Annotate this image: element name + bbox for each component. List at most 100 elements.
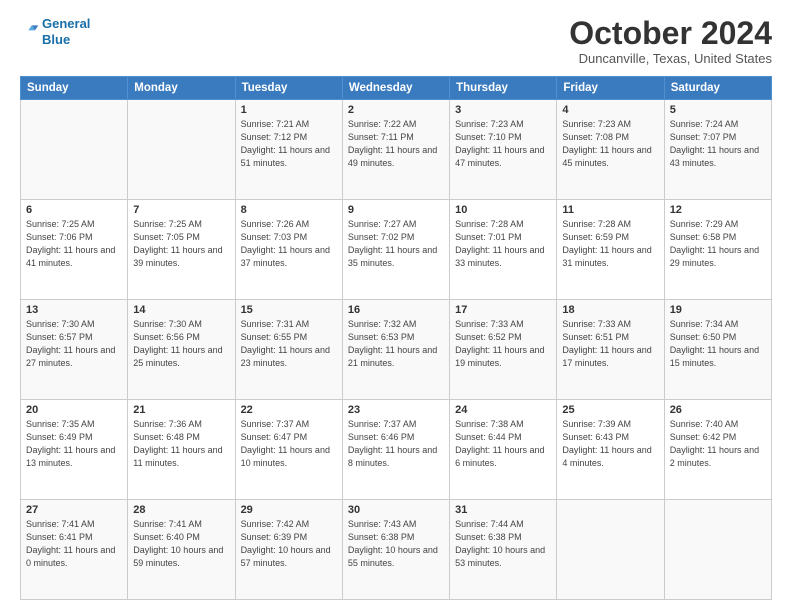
day-info: Sunrise: 7:23 AMSunset: 7:10 PMDaylight:… [455, 118, 551, 170]
location: Duncanville, Texas, United States [569, 51, 772, 66]
title-section: October 2024 Duncanville, Texas, United … [569, 16, 772, 66]
day-number: 29 [241, 504, 337, 516]
calendar-week-2: 6 Sunrise: 7:25 AMSunset: 7:06 PMDaylight… [21, 200, 772, 300]
day-number: 10 [455, 204, 551, 216]
day-info: Sunrise: 7:28 AMSunset: 7:01 PMDaylight:… [455, 218, 551, 270]
day-number: 21 [133, 404, 229, 416]
calendar-cell: 1 Sunrise: 7:21 AMSunset: 7:12 PMDaylight… [235, 100, 342, 200]
day-number: 24 [455, 404, 551, 416]
calendar-cell: 26Sunrise: 7:40 AMSunset: 6:42 PMDayligh… [664, 400, 771, 500]
day-info: Sunrise: 7:25 AMSunset: 7:06 PMDaylight:… [26, 218, 122, 270]
day-number: 5 [670, 104, 766, 116]
calendar-cell: 18 Sunrise: 7:33 AMSunset: 6:51 PMDayligh… [557, 300, 664, 400]
calendar-cell [21, 100, 128, 200]
day-info: Sunrise: 7:28 AMSunset: 6:59 PMDaylight:… [562, 218, 658, 270]
calendar-cell: 2 Sunrise: 7:22 AMSunset: 7:11 PMDaylight… [342, 100, 449, 200]
day-number: 3 [455, 104, 551, 116]
day-info: Sunrise: 7:41 AMSunset: 6:41 PMDaylight:… [26, 518, 122, 570]
day-number: 23 [348, 404, 444, 416]
day-info: Sunrise: 7:37 AMSunset: 6:46 PMDaylight:… [348, 418, 444, 470]
day-number: 14 [133, 304, 229, 316]
month-title: October 2024 [569, 16, 772, 51]
day-info: Sunrise: 7:22 AMSunset: 7:11 PMDaylight:… [348, 118, 444, 170]
header-sunday: Sunday [21, 77, 128, 100]
calendar-week-5: 27 Sunrise: 7:41 AMSunset: 6:41 PMDayligh… [21, 500, 772, 600]
calendar-header: Sunday Monday Tuesday Wednesday Thursday… [21, 77, 772, 100]
calendar-cell: 5 Sunrise: 7:24 AMSunset: 7:07 PMDaylight… [664, 100, 771, 200]
calendar-cell: 19 Sunrise: 7:34 AMSunset: 6:50 PMDayligh… [664, 300, 771, 400]
calendar-cell: 31 Sunrise: 7:44 AMSunset: 6:38 PMDayligh… [450, 500, 557, 600]
calendar-cell: 10 Sunrise: 7:28 AMSunset: 7:01 PMDayligh… [450, 200, 557, 300]
day-number: 6 [26, 204, 122, 216]
day-number: 19 [670, 304, 766, 316]
calendar-cell: 20Sunrise: 7:35 AMSunset: 6:49 PMDayligh… [21, 400, 128, 500]
day-info: Sunrise: 7:25 AMSunset: 7:05 PMDaylight:… [133, 218, 229, 270]
header-friday: Friday [557, 77, 664, 100]
weekday-row: Sunday Monday Tuesday Wednesday Thursday… [21, 77, 772, 100]
day-info: Sunrise: 7:21 AMSunset: 7:12 PMDaylight:… [241, 118, 337, 170]
calendar-body: 1 Sunrise: 7:21 AMSunset: 7:12 PMDaylight… [21, 100, 772, 600]
logo-icon [20, 22, 40, 42]
logo-line1: General [42, 16, 90, 31]
calendar-cell: 6 Sunrise: 7:25 AMSunset: 7:06 PMDaylight… [21, 200, 128, 300]
calendar-week-4: 20Sunrise: 7:35 AMSunset: 6:49 PMDayligh… [21, 400, 772, 500]
calendar-week-1: 1 Sunrise: 7:21 AMSunset: 7:12 PMDaylight… [21, 100, 772, 200]
calendar-table: Sunday Monday Tuesday Wednesday Thursday… [20, 76, 772, 600]
calendar-cell [664, 500, 771, 600]
day-number: 12 [670, 204, 766, 216]
day-info: Sunrise: 7:27 AMSunset: 7:02 PMDaylight:… [348, 218, 444, 270]
day-number: 15 [241, 304, 337, 316]
calendar-cell: 7 Sunrise: 7:25 AMSunset: 7:05 PMDaylight… [128, 200, 235, 300]
day-info: Sunrise: 7:44 AMSunset: 6:38 PMDaylight:… [455, 518, 551, 570]
day-info: Sunrise: 7:33 AMSunset: 6:51 PMDaylight:… [562, 318, 658, 370]
day-info: Sunrise: 7:24 AMSunset: 7:07 PMDaylight:… [670, 118, 766, 170]
day-number: 7 [133, 204, 229, 216]
day-number: 11 [562, 204, 658, 216]
calendar-cell: 30Sunrise: 7:43 AMSunset: 6:38 PMDayligh… [342, 500, 449, 600]
day-info: Sunrise: 7:31 AMSunset: 6:55 PMDaylight:… [241, 318, 337, 370]
calendar-cell: 12Sunrise: 7:29 AMSunset: 6:58 PMDayligh… [664, 200, 771, 300]
day-number: 31 [455, 504, 551, 516]
logo-text: General Blue [42, 16, 90, 47]
logo-line2: Blue [42, 32, 70, 47]
day-number: 13 [26, 304, 122, 316]
day-number: 27 [26, 504, 122, 516]
day-info: Sunrise: 7:26 AMSunset: 7:03 PMDaylight:… [241, 218, 337, 270]
day-info: Sunrise: 7:43 AMSunset: 6:38 PMDaylight:… [348, 518, 444, 570]
calendar-cell: 29 Sunrise: 7:42 AMSunset: 6:39 PMDayligh… [235, 500, 342, 600]
day-info: Sunrise: 7:42 AMSunset: 6:39 PMDaylight:… [241, 518, 337, 570]
calendar-cell: 22Sunrise: 7:37 AMSunset: 6:47 PMDayligh… [235, 400, 342, 500]
header-thursday: Thursday [450, 77, 557, 100]
day-number: 8 [241, 204, 337, 216]
calendar-cell: 24 Sunrise: 7:38 AMSunset: 6:44 PMDayligh… [450, 400, 557, 500]
calendar-cell: 21 Sunrise: 7:36 AMSunset: 6:48 PMDayligh… [128, 400, 235, 500]
calendar-cell: 17Sunrise: 7:33 AMSunset: 6:52 PMDayligh… [450, 300, 557, 400]
calendar-cell: 13 Sunrise: 7:30 AMSunset: 6:57 PMDayligh… [21, 300, 128, 400]
day-info: Sunrise: 7:39 AMSunset: 6:43 PMDaylight:… [562, 418, 658, 470]
calendar-cell: 15 Sunrise: 7:31 AMSunset: 6:55 PMDayligh… [235, 300, 342, 400]
page: General Blue October 2024 Duncanville, T… [0, 0, 792, 612]
calendar-cell: 8 Sunrise: 7:26 AMSunset: 7:03 PMDaylight… [235, 200, 342, 300]
calendar-cell: 4Sunrise: 7:23 AMSunset: 7:08 PMDaylight… [557, 100, 664, 200]
day-number: 2 [348, 104, 444, 116]
day-info: Sunrise: 7:23 AMSunset: 7:08 PMDaylight:… [562, 118, 658, 170]
calendar-cell: 23 Sunrise: 7:37 AMSunset: 6:46 PMDayligh… [342, 400, 449, 500]
day-info: Sunrise: 7:37 AMSunset: 6:47 PMDaylight:… [241, 418, 337, 470]
calendar-cell: 9Sunrise: 7:27 AMSunset: 7:02 PMDaylight… [342, 200, 449, 300]
day-info: Sunrise: 7:30 AMSunset: 6:57 PMDaylight:… [26, 318, 122, 370]
day-info: Sunrise: 7:38 AMSunset: 6:44 PMDaylight:… [455, 418, 551, 470]
day-info: Sunrise: 7:34 AMSunset: 6:50 PMDaylight:… [670, 318, 766, 370]
day-number: 1 [241, 104, 337, 116]
header-saturday: Saturday [664, 77, 771, 100]
header-monday: Monday [128, 77, 235, 100]
day-info: Sunrise: 7:36 AMSunset: 6:48 PMDaylight:… [133, 418, 229, 470]
calendar-cell: 27 Sunrise: 7:41 AMSunset: 6:41 PMDayligh… [21, 500, 128, 600]
day-number: 18 [562, 304, 658, 316]
calendar-cell: 11 Sunrise: 7:28 AMSunset: 6:59 PMDayligh… [557, 200, 664, 300]
calendar-cell: 28Sunrise: 7:41 AMSunset: 6:40 PMDayligh… [128, 500, 235, 600]
header-tuesday: Tuesday [235, 77, 342, 100]
day-number: 17 [455, 304, 551, 316]
header-wednesday: Wednesday [342, 77, 449, 100]
header: General Blue October 2024 Duncanville, T… [20, 16, 772, 66]
calendar-cell: 25Sunrise: 7:39 AMSunset: 6:43 PMDayligh… [557, 400, 664, 500]
